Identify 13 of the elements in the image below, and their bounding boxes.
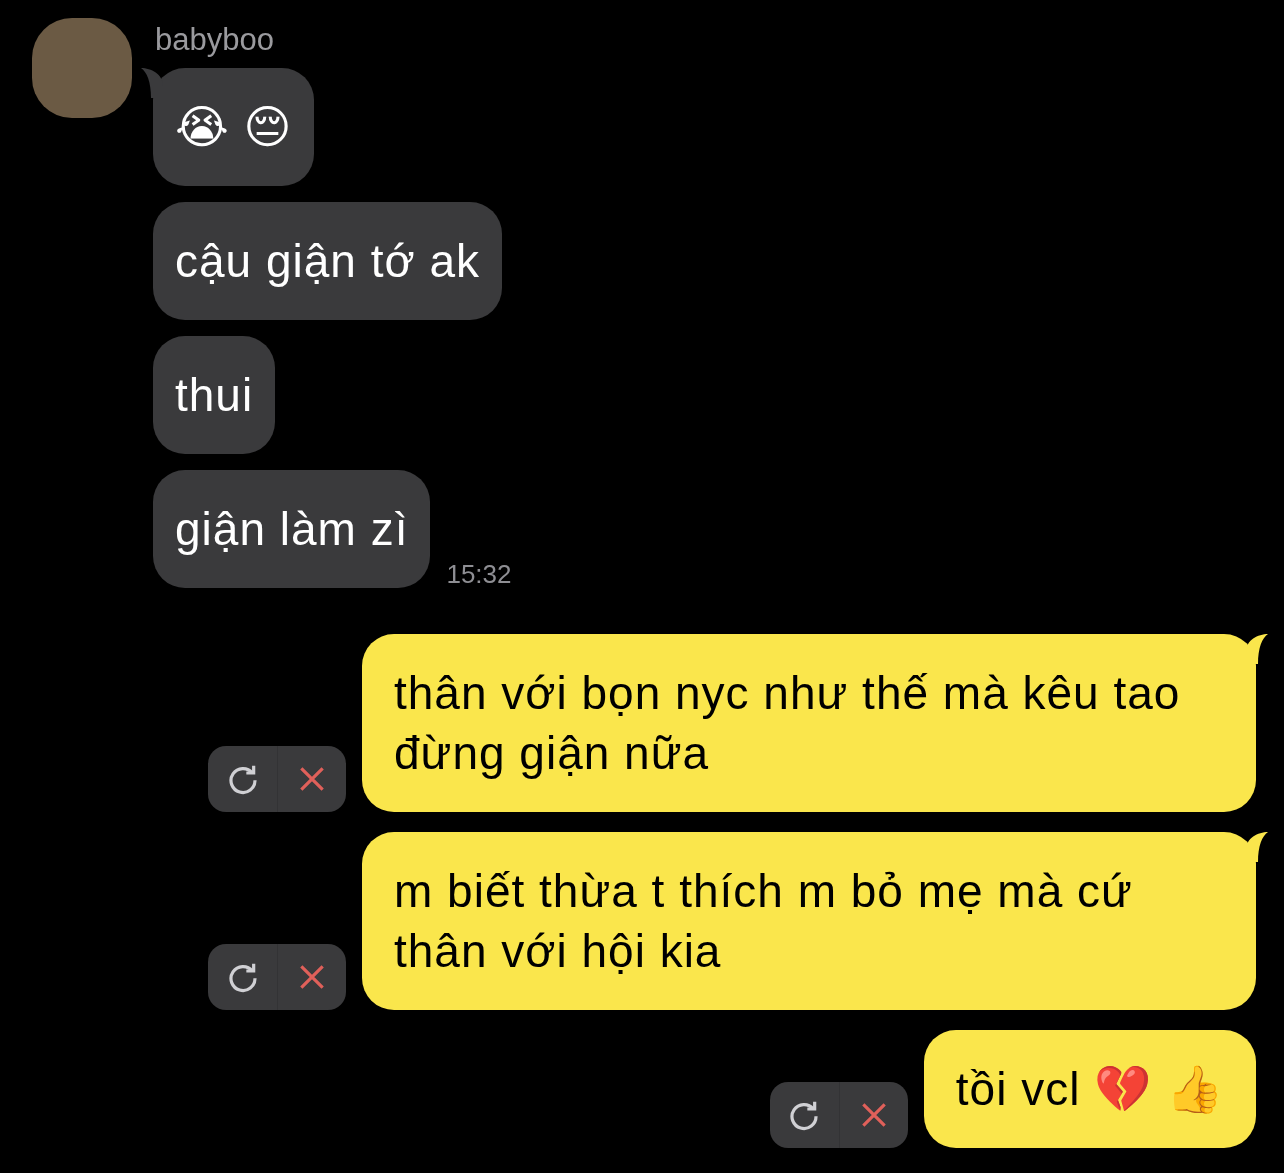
retry-icon <box>788 1099 821 1131</box>
message-bubble: thui <box>153 336 276 454</box>
avatar-photo-placeholder[interactable] <box>32 18 132 118</box>
message-bubble: 😭 😔 <box>153 68 315 186</box>
message-bubble: cậu giận tớ ak <box>153 202 502 320</box>
message-bubble: m biết thừa t thích m bỏ mẹ mà cứ thân với hội kia <box>362 832 1256 1010</box>
message-bubble: giận làm zì <box>153 470 431 588</box>
message-bubble: thân với bọn nyc như thế mà kêu tao đừng giận nữa <box>362 634 1256 812</box>
message-bubble: tồi vcl 💔 👍 <box>923 1030 1256 1148</box>
sender-name: babyboo <box>155 22 275 58</box>
retry-icon <box>226 763 259 795</box>
retry-icon <box>226 961 259 993</box>
timestamp: 15:32 <box>446 559 512 590</box>
